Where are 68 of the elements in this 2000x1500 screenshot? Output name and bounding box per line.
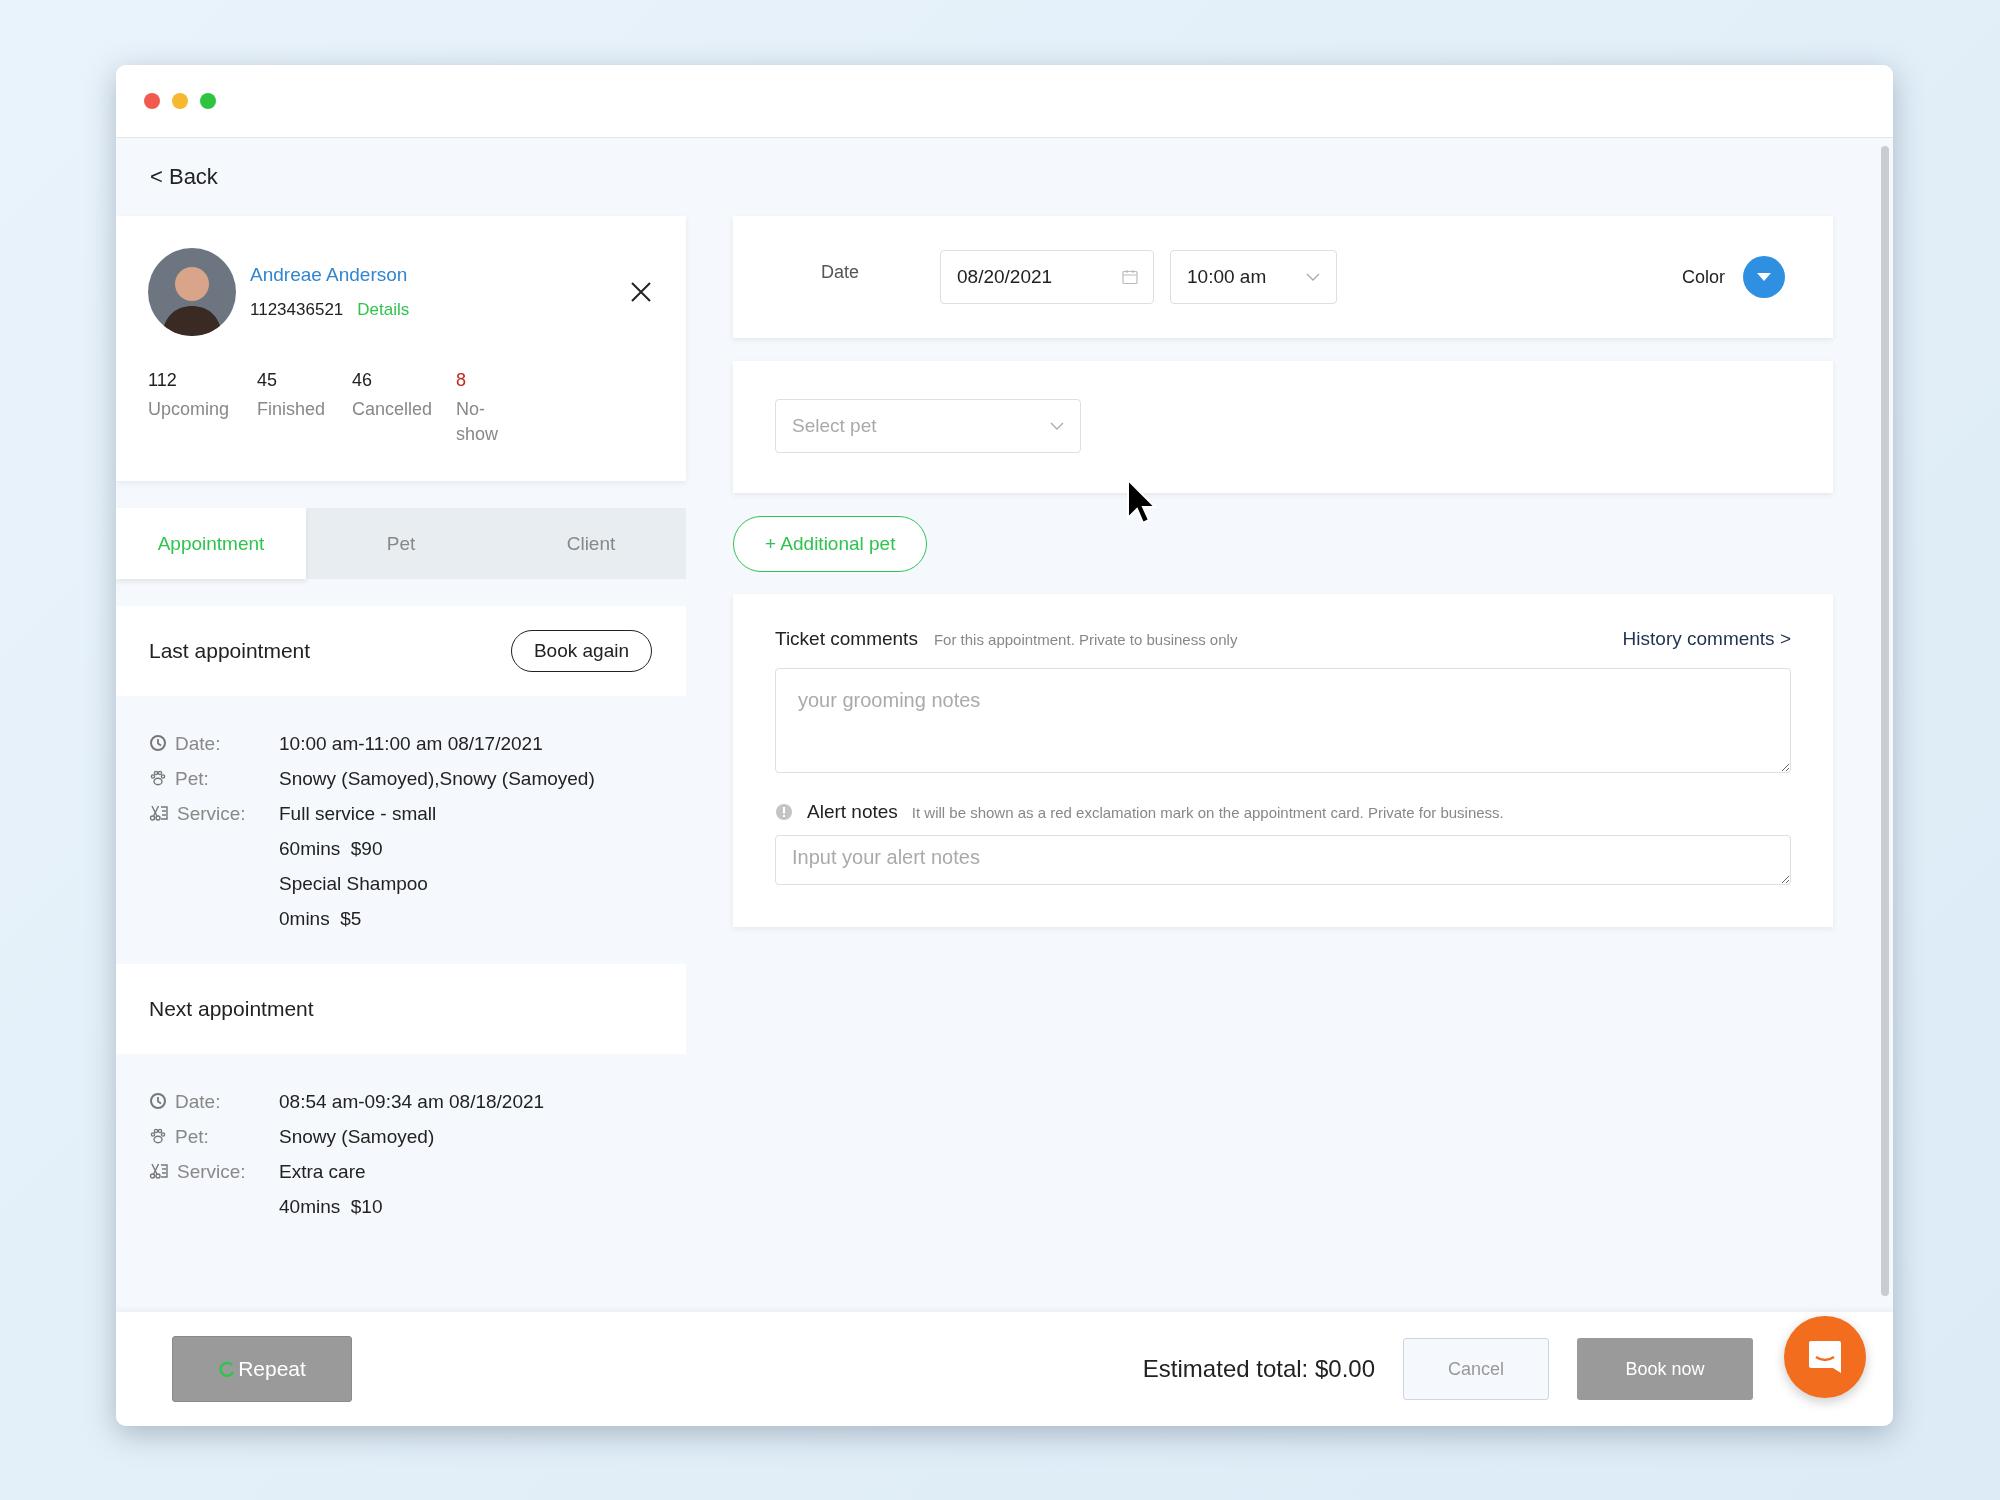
detail-label: Date: [175, 1090, 221, 1114]
scrollbar[interactable] [1881, 146, 1889, 1296]
detail-label: Pet: [175, 767, 209, 791]
paw-icon [149, 769, 167, 787]
detail-label: Service: [177, 802, 246, 826]
calendar-icon [1122, 269, 1138, 285]
paw-icon [149, 1127, 167, 1145]
field-title: Alert notes [807, 801, 898, 823]
input-field[interactable]: your grooming notes [775, 668, 1791, 773]
detail-value: Snowy (Samoyed) [279, 1125, 435, 1149]
repeat-button[interactable]: Repeat [172, 1336, 352, 1402]
book-again-button[interactable]: Book again [510, 630, 652, 672]
tab[interactable]: Appointment [116, 508, 306, 579]
color-picker-button[interactable] [1743, 256, 1785, 298]
stat-label: Finished [257, 398, 326, 421]
stat-value: 45 [257, 370, 279, 391]
refresh-icon [218, 1360, 237, 1378]
additional-pet-button[interactable]: + Additional pet [733, 516, 928, 572]
detail-value: 10:00 am-11:00 am 08/17/2021 [279, 732, 543, 756]
field-hint: It will be shown as a red exclamation mark on the appointment card. Private for business. [911, 803, 1504, 821]
clock-icon [149, 1092, 167, 1110]
detail-label: Date: [175, 732, 221, 756]
chevron-down-icon [1305, 272, 1321, 282]
detail-value: 08:54 am-09:34 am 08/18/2021 [279, 1090, 545, 1114]
client-name[interactable]: Andreae Anderson [250, 264, 614, 286]
stat-value: 8 [456, 370, 467, 391]
stat-value: 46 [352, 370, 374, 391]
window-zoom-button[interactable] [200, 93, 216, 109]
detail-label: Pet: [175, 1125, 209, 1149]
date-label: Date [821, 261, 861, 283]
detail-value: Full service - small [279, 802, 437, 826]
detail-value: Snowy (Samoyed),Snowy (Samoyed) [279, 767, 595, 791]
detail-value: Special Shampoo [279, 872, 429, 896]
clock-icon [149, 734, 167, 752]
detail-value: 0mins $5 [279, 907, 363, 931]
stat-label: No-show [456, 398, 500, 446]
color-label: Color [1682, 266, 1725, 288]
input-field[interactable]: Input your alert notes [775, 835, 1791, 885]
cancel-button[interactable]: Cancel [1403, 1338, 1549, 1400]
book-now-button[interactable]: Book now [1577, 1338, 1753, 1400]
estimated-total: Estimated total: $0.00 [1142, 1355, 1375, 1383]
tab[interactable]: Pet [306, 508, 496, 579]
scissors-icon [149, 1162, 169, 1180]
detail-value: 60mins $90 [279, 837, 384, 861]
stat-value: 112 [148, 370, 178, 391]
time-dropdown[interactable]: 10:00 am [1170, 250, 1337, 304]
stat-label: Cancelled [352, 398, 433, 421]
section-title: Next appointment [149, 997, 314, 1021]
stat-label: Upcoming [148, 398, 230, 421]
caret-down-icon [1756, 272, 1772, 282]
section-title: Last appointment [149, 639, 311, 663]
detail-label: Service: [177, 1160, 246, 1184]
pet-dropdown[interactable]: Select pet [775, 399, 1081, 453]
window-close-button[interactable] [144, 93, 160, 109]
history-comments-link[interactable]: History comments > [1622, 628, 1791, 650]
detail-value: Extra care [279, 1160, 367, 1184]
window-minimize-button[interactable] [172, 93, 188, 109]
tab[interactable]: Client [496, 508, 686, 579]
field-hint: For this appointment. Private to business only [933, 631, 1238, 648]
date-field[interactable]: 08/20/2021 [940, 250, 1154, 304]
chevron-down-icon [1049, 421, 1065, 431]
info-icon [775, 803, 793, 821]
phone-number: 1123436521 [250, 300, 344, 320]
back-link[interactable]: < Back [150, 164, 218, 189]
field-title: Ticket comments [775, 628, 918, 650]
details-link[interactable]: Details [357, 300, 410, 320]
scissors-icon [149, 804, 169, 822]
detail-value: 40mins $10 [279, 1195, 383, 1219]
